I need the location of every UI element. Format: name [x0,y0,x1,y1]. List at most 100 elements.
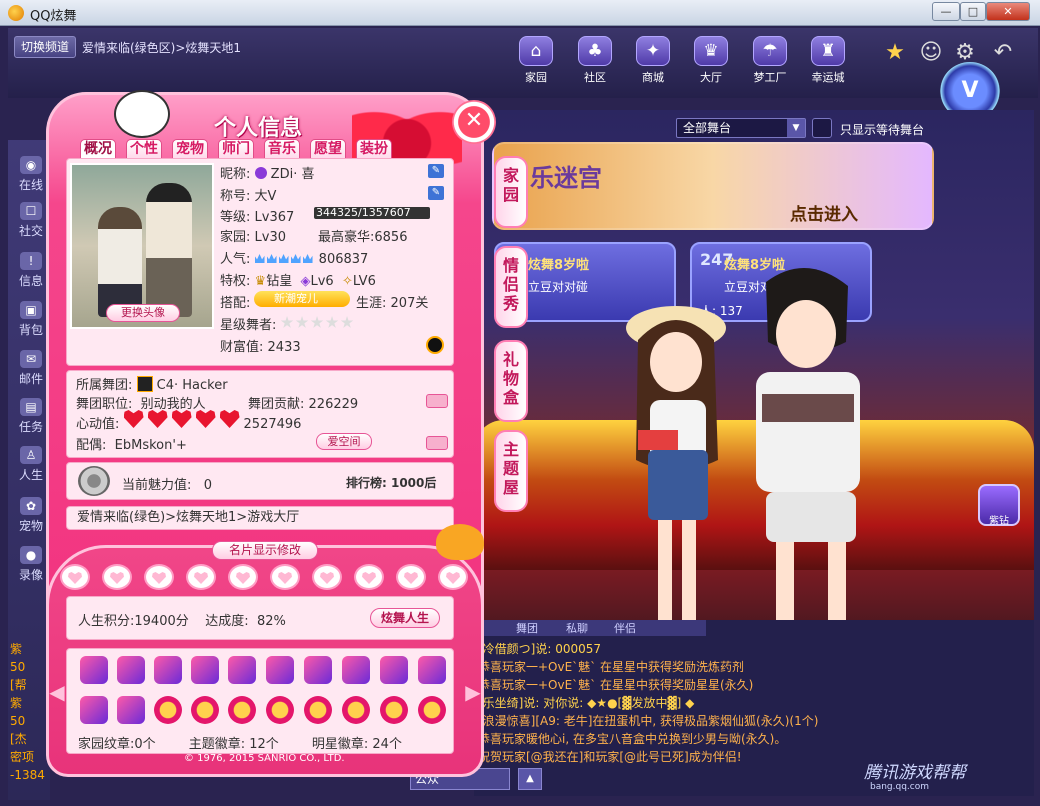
edit-icon[interactable]: ✎ [428,164,444,178]
crown-icon: ♛ [254,274,267,289]
sidebar-item-social[interactable]: ☐ 社交 [14,202,48,239]
gift-icon[interactable] [426,436,448,450]
badge[interactable] [304,656,332,684]
nav-shop[interactable]: ✦ 商城 [623,36,683,92]
badge[interactable] [228,656,256,684]
pet-badge[interactable]: 新潮宠儿 [254,291,350,307]
nav-lucky-city[interactable]: ♜ 幸运城 [798,36,858,92]
chat-line: [冷借颜つ]说: 000057 [478,642,602,656]
hello-kitty-logo [114,90,170,138]
banner-enter-button[interactable]: 点击进入 [790,200,858,225]
badge[interactable] [154,656,182,684]
nav-community[interactable]: ♣ 社区 [565,36,625,92]
nav-dream-factory[interactable]: ☂ 梦工厂 [740,36,800,92]
ghost-icon[interactable]: ☺ [918,40,944,66]
side-tab-theme-room[interactable]: 主题屋 [494,430,528,512]
badge[interactable] [266,656,294,684]
badge[interactable] [191,696,219,724]
back-icon[interactable]: ↶ [990,40,1016,66]
heart-slot[interactable] [186,564,216,590]
badge[interactable] [228,696,256,724]
sidebar-item-life[interactable]: ♙ 人生 [14,446,48,483]
badge[interactable] [154,696,182,724]
heart-slot[interactable] [144,564,174,590]
heart-slot[interactable] [312,564,342,590]
badge[interactable] [266,696,294,724]
copyright: © 1976, 2015 SANRIO CO., LTD. [184,753,345,764]
tab-guild[interactable]: 舞团 [516,620,538,636]
waiting-only-checkbox[interactable] [812,118,832,138]
badge[interactable] [304,696,332,724]
sidebar-item-pet[interactable]: ✿ 宠物 [14,497,48,534]
tab-private[interactable]: 私聊 [566,620,588,636]
heart-slot[interactable] [228,564,258,590]
edit-icon[interactable]: ✎ [428,186,444,200]
badge[interactable] [380,656,408,684]
eye-icon: ◉ [20,156,42,174]
heart-slot[interactable] [102,564,132,590]
heart-icon [171,410,192,428]
sidebar-item-mail[interactable]: ✉ 邮件 [14,350,48,387]
badge[interactable] [342,656,370,684]
minimize-button[interactable]: — [932,2,960,21]
heart-slot[interactable] [60,564,90,590]
person-icon: ♙ [20,446,42,464]
close-window-button[interactable]: ✕ [986,2,1030,21]
badge[interactable] [80,656,108,684]
change-avatar-button[interactable]: 更换头像 [106,304,180,322]
sidebar-item-info[interactable]: ! 信息 [14,252,48,289]
qq-penguin-icon[interactable] [426,336,444,354]
tab-music[interactable]: 音乐 [264,139,300,160]
cat-mascot [436,524,484,560]
tab-wish[interactable]: 愿望 [310,139,346,160]
maximize-button[interactable]: □ [960,2,986,21]
badge[interactable] [80,696,108,724]
diamond-icon: ◈ [300,274,311,289]
star-icon[interactable]: ★ [882,40,908,66]
sidebar-item-record[interactable]: ● 录像 [14,546,48,583]
heart-slot[interactable] [354,564,384,590]
badge-prev-button[interactable]: ◀ [48,678,66,706]
side-tab-home[interactable]: 家园 [494,156,528,228]
hall-icon: ♛ [694,36,728,66]
side-tab-gift-box[interactable]: 礼物盒 [494,340,528,422]
tab-personality[interactable]: 个性 [126,139,162,160]
badge[interactable] [117,656,145,684]
charm-row: 当前魅力值: 0 [122,478,213,493]
badge[interactable] [117,696,145,724]
love-space-button[interactable]: 爱空间 [316,433,372,450]
nav-hall[interactable]: ♛ 大厅 [681,36,741,92]
house-icon: ⌂ [519,36,553,66]
heart-slot[interactable] [438,564,468,590]
badge[interactable] [418,696,446,724]
side-tab-couple-show[interactable]: 情侣秀 [494,246,528,328]
exp-bar: 344325/1357607 [314,207,430,219]
heart-slot[interactable] [396,564,426,590]
card-display-edit-button[interactable]: 名片显示修改 [212,541,318,560]
dance-life-button[interactable]: 炫舞人生 [370,608,440,628]
chat-line: 恭喜玩家一+OvE`魅` 在星星中获得奖励洗炼药剂 [478,660,744,674]
tab-pet[interactable]: 宠物 [172,139,208,160]
tab-partner[interactable]: 伴侣 [614,620,636,636]
stage-filter-select[interactable]: 全部舞台 ▼ [676,118,806,138]
sidebar-item-bag[interactable]: ▣ 背包 [14,301,48,338]
chevron-up-icon[interactable]: ▲ [518,768,542,790]
tab-mentor[interactable]: 师门 [218,139,254,160]
nav-home[interactable]: ⌂ 家园 [506,36,566,92]
badge[interactable] [418,656,446,684]
message-icon[interactable] [426,394,448,408]
luxury-row: 最高豪华:6856 [318,230,408,245]
heart-slot[interactable] [270,564,300,590]
purple-diamond-button[interactable]: 紫钻 [978,484,1020,527]
close-panel-button[interactable]: ✕ [452,100,496,144]
badge[interactable] [342,696,370,724]
switch-channel-button[interactable]: 切换频道 [14,36,76,58]
badge[interactable] [380,696,408,724]
badge[interactable] [191,656,219,684]
tab-outfit[interactable]: 装扮 [356,139,392,160]
tab-overview[interactable]: 概况 [80,139,116,160]
sidebar-item-task[interactable]: ▤ 任务 [14,398,48,435]
badge-next-button[interactable]: ▶ [464,678,482,706]
chat-tabs: 舞团 私聊 伴侣 [476,620,706,636]
sidebar-item-online[interactable]: ◉ 在线 [14,156,48,193]
